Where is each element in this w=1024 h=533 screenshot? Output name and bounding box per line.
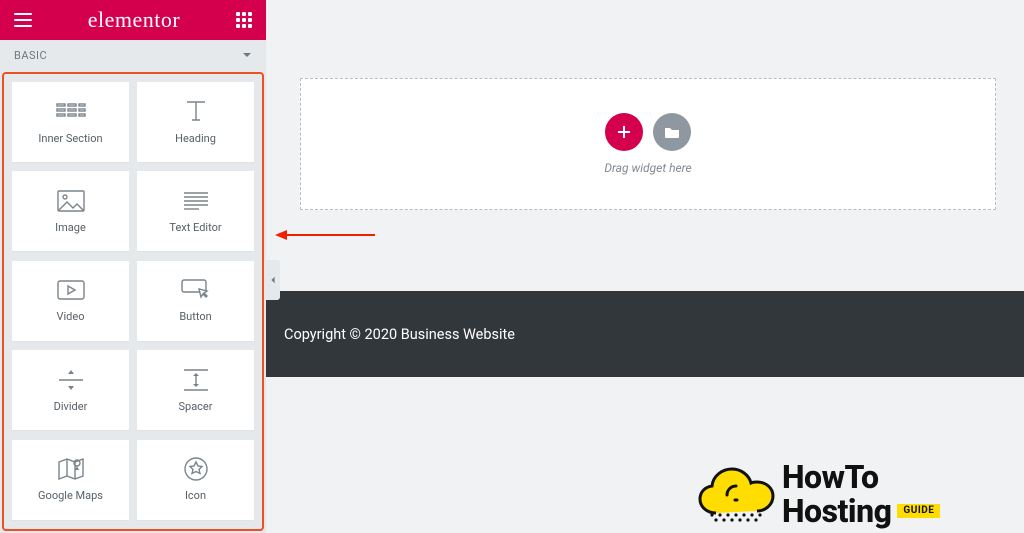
widget-text-editor[interactable]: Text Editor: [137, 171, 254, 251]
cloud-icon: [696, 465, 776, 523]
watermark-line2: Hosting: [782, 495, 891, 527]
widget-label: Google Maps: [38, 489, 103, 502]
add-template-button[interactable]: [653, 113, 691, 151]
category-label: BASIC: [14, 49, 47, 62]
text-lines-icon: [181, 189, 211, 213]
category-basic[interactable]: BASIC: [0, 40, 266, 70]
chevron-left-icon: [269, 276, 277, 284]
heading-icon: [181, 100, 211, 124]
page-footer: Copyright © 2020 Business Website: [266, 291, 1024, 377]
chevron-down-icon: [242, 50, 252, 60]
widget-label: Image: [55, 221, 86, 234]
drop-buttons: [605, 113, 691, 151]
elementor-sidebar: elementor BASIC Inner Section: [0, 0, 266, 533]
widget-label: Heading: [175, 132, 216, 145]
widget-google-maps[interactable]: Google Maps: [12, 440, 129, 520]
map-icon: [56, 457, 86, 481]
widgets-grid: Inner Section Heading Image: [2, 72, 264, 531]
drop-zone[interactable]: Drag widget here: [300, 78, 996, 210]
widget-label: Video: [57, 310, 85, 323]
widget-spacer[interactable]: Spacer: [137, 350, 254, 430]
widget-label: Icon: [185, 489, 206, 502]
drop-hint: Drag widget here: [604, 161, 691, 175]
video-icon: [56, 278, 86, 302]
collapse-sidebar-tab[interactable]: [266, 260, 280, 300]
columns-icon: [56, 100, 86, 124]
watermark: HowTo Hosting GUIDE: [696, 461, 1016, 527]
sidebar-topbar: elementor: [0, 0, 266, 40]
plus-icon: [616, 124, 632, 140]
hamburger-icon[interactable]: [14, 13, 32, 27]
widget-label: Text Editor: [169, 221, 221, 234]
widget-label: Button: [179, 310, 211, 323]
watermark-line1: HowTo: [782, 461, 940, 493]
divider-icon: [56, 368, 86, 392]
widget-icon[interactable]: Icon: [137, 440, 254, 520]
widget-label: Divider: [54, 400, 88, 413]
copyright-text: Copyright © 2020 Business Website: [284, 326, 515, 343]
widget-image[interactable]: Image: [12, 171, 129, 251]
button-icon: [181, 278, 211, 302]
star-circle-icon: [181, 457, 211, 481]
folder-icon: [664, 124, 680, 140]
canvas-area: Drag widget here Copyright © 2020 Busine…: [266, 0, 1024, 533]
widget-inner-section[interactable]: Inner Section: [12, 82, 129, 162]
widget-button[interactable]: Button: [137, 261, 254, 341]
widget-divider[interactable]: Divider: [12, 350, 129, 430]
annotation-arrow: [275, 227, 375, 243]
add-section-button[interactable]: [605, 113, 643, 151]
widget-label: Inner Section: [38, 132, 102, 145]
widget-label: Spacer: [178, 400, 212, 413]
spacer-icon: [181, 368, 211, 392]
apps-grid-icon[interactable]: [236, 12, 252, 28]
brand-title: elementor: [88, 7, 180, 33]
widget-video[interactable]: Video: [12, 261, 129, 341]
widget-heading[interactable]: Heading: [137, 82, 254, 162]
watermark-badge: GUIDE: [897, 504, 940, 518]
image-icon: [56, 189, 86, 213]
